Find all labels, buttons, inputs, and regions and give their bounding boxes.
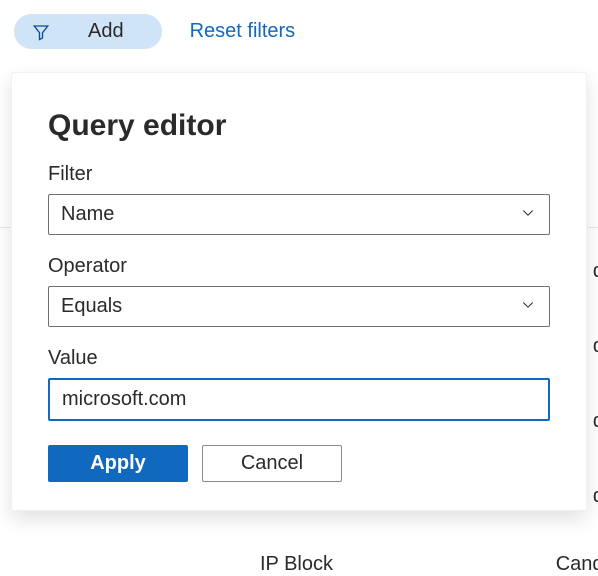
background-candi: Candi [556, 553, 598, 576]
filter-field-group: Filter Name [48, 163, 550, 235]
add-filter-label: Add [88, 20, 124, 43]
value-input[interactable] [48, 378, 550, 421]
value-field-group: Value [48, 347, 550, 421]
apply-button[interactable]: Apply [48, 445, 188, 482]
panel-title: Query editor [48, 109, 550, 143]
filter-label: Filter [48, 163, 550, 186]
panel-button-row: Apply Cancel [48, 445, 550, 482]
operator-select[interactable]: Equals [48, 286, 550, 327]
background-ipblock: IP Block [260, 553, 333, 576]
reset-filters-link[interactable]: Reset filters [190, 20, 296, 43]
operator-label: Operator [48, 255, 550, 278]
value-label: Value [48, 347, 550, 370]
filter-icon [32, 23, 50, 41]
background-cell: d [593, 335, 598, 358]
query-editor-panel: Query editor Filter Name Operator Equals… [11, 72, 587, 511]
operator-field-group: Operator Equals [48, 255, 550, 327]
cancel-button[interactable]: Cancel [202, 445, 342, 482]
filter-toolbar: Add Reset filters [0, 0, 598, 49]
filter-select[interactable]: Name [48, 194, 550, 235]
background-cell: d [593, 410, 598, 433]
background-cell: d [593, 485, 598, 508]
background-cell: d [593, 260, 598, 283]
add-filter-button[interactable]: Add [14, 14, 162, 49]
